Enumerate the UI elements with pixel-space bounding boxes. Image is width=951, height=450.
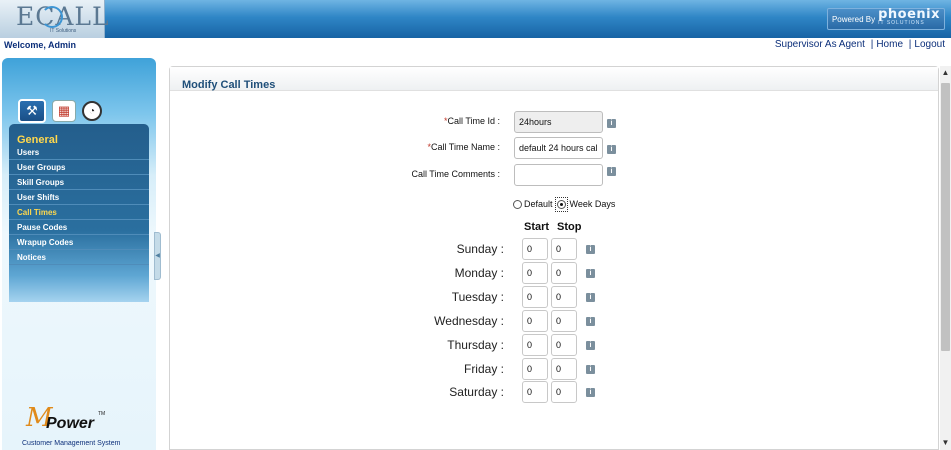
info-icon[interactable]: i <box>586 365 595 374</box>
call-time-name-field[interactable] <box>514 137 603 159</box>
day-label: Tuesday : <box>451 290 504 304</box>
welcome-strip: Welcome, Admin Supervisor As Agent | Home… <box>0 38 951 52</box>
info-icon[interactable]: i <box>586 341 595 350</box>
powered-by-badge: Powered By phoenix IT SOLUTIONS <box>826 7 945 30</box>
info-icon[interactable]: i <box>586 293 595 302</box>
day-label: Thursday : <box>447 338 504 352</box>
wednesday-start-input[interactable] <box>522 310 548 332</box>
radio-weekdays-focus <box>554 196 568 212</box>
powered-by-label: Powered By <box>831 14 876 24</box>
sidebar-item-skill-groups[interactable]: Skill Groups <box>9 175 149 190</box>
sidebar: ⚒ ▦ ◔ General Users User Groups Skill Gr… <box>2 58 156 450</box>
radio-default-label: Default <box>524 199 553 209</box>
mpower-word: Power <box>46 415 95 432</box>
day-label: Friday : <box>463 362 504 376</box>
info-icon[interactable]: i <box>586 317 595 326</box>
top-header: ECALL IT Solutions Powered By phoenix IT… <box>0 0 951 38</box>
stop-column-header: Stop <box>557 221 582 233</box>
card-header: Modify Call Times <box>170 67 938 91</box>
call-time-comments-label: Call Time Comments : <box>411 169 500 179</box>
info-icon[interactable]: i <box>586 245 595 254</box>
sidebar-item-notices[interactable]: Notices <box>9 250 149 265</box>
trademark-mark: TM <box>98 411 106 417</box>
ecall-logo: ECALL IT Solutions <box>0 0 109 38</box>
sidebar-item-call-times[interactable]: Call Times <box>9 205 149 220</box>
page-title: Modify Call Times <box>182 79 276 91</box>
call-time-comments-field[interactable] <box>514 164 603 186</box>
call-time-id-row: *Call Time Id : <box>345 111 500 133</box>
day-label: Sunday : <box>456 242 504 256</box>
home-link[interactable]: Home <box>876 39 903 50</box>
phoenix-logo: phoenix IT SOLUTIONS <box>878 7 940 27</box>
sidebar-collapse-handle[interactable]: ◀ <box>154 232 161 280</box>
logo-swirl-icon <box>41 6 63 28</box>
radio-default[interactable] <box>513 199 522 209</box>
call-time-id-label: *Call Time Id : <box>443 116 500 126</box>
day-row-saturday: Saturday : i <box>380 381 600 403</box>
info-icon[interactable]: i <box>607 119 616 128</box>
scroll-up-arrow-icon[interactable]: ▲ <box>940 66 951 80</box>
day-row-monday: Monday : i <box>380 262 600 284</box>
sidebar-item-users[interactable]: Users <box>9 145 149 160</box>
wednesday-stop-input[interactable] <box>551 310 577 332</box>
radio-week-days[interactable] <box>556 199 566 209</box>
monday-stop-input[interactable] <box>551 262 577 284</box>
call-time-name-label: *Call Time Name : <box>427 142 500 152</box>
thursday-start-input[interactable] <box>522 334 548 356</box>
scrollbar-thumb[interactable] <box>941 83 950 351</box>
day-label: Monday : <box>454 266 504 280</box>
calendar-grid-icon[interactable]: ▦ <box>52 100 76 122</box>
nav-list: Users User Groups Skill Groups User Shif… <box>9 145 149 265</box>
supervisor-as-agent-link[interactable]: Supervisor As Agent <box>775 39 865 50</box>
thursday-stop-input[interactable] <box>551 334 577 356</box>
info-icon[interactable]: i <box>607 145 616 154</box>
welcome-text: Welcome, Admin <box>4 40 77 50</box>
start-column-header: Start <box>524 221 550 233</box>
sidebar-item-user-groups[interactable]: User Groups <box>9 160 149 175</box>
mode-radio-group: Default Week Days <box>513 196 616 212</box>
logo-tagline: IT Solutions <box>50 28 77 34</box>
tuesday-start-input[interactable] <box>522 286 548 308</box>
mpower-logo: M Power TM Customer Management System <box>12 403 147 448</box>
day-label: Wednesday : <box>434 314 504 328</box>
tools-icon[interactable]: ⚒ <box>18 99 46 123</box>
top-links: Supervisor As Agent | Home | Logout <box>775 39 945 50</box>
day-row-thursday: Thursday : i <box>380 334 600 356</box>
sidebar-icon-bar: ⚒ ▦ ◔ <box>18 99 102 123</box>
sidebar-item-user-shifts[interactable]: User Shifts <box>9 190 149 205</box>
phoenix-name: phoenix <box>878 7 940 22</box>
day-label: Saturday : <box>449 385 504 399</box>
sidebar-item-pause-codes[interactable]: Pause Codes <box>9 220 149 235</box>
gauge-icon[interactable]: ◔ <box>82 101 102 121</box>
day-row-sunday: Sunday : i <box>380 238 600 260</box>
logout-link[interactable]: Logout <box>914 39 945 50</box>
friday-stop-input[interactable] <box>551 358 577 380</box>
info-icon[interactable]: i <box>586 388 595 397</box>
friday-start-input[interactable] <box>522 358 548 380</box>
link-separator: | <box>870 39 874 50</box>
info-icon[interactable]: i <box>607 167 616 176</box>
info-icon[interactable]: i <box>586 269 595 278</box>
day-row-tuesday: Tuesday : i <box>380 286 600 308</box>
day-row-friday: Friday : i <box>380 358 600 380</box>
day-row-wednesday: Wednesday : i <box>380 310 600 332</box>
vertical-scrollbar[interactable]: ▲ ▼ <box>940 66 951 450</box>
call-time-comments-row: Call Time Comments : <box>345 164 500 186</box>
link-separator: | <box>908 39 912 50</box>
nav-panel: General Users User Groups Skill Groups U… <box>9 124 149 302</box>
scroll-down-arrow-icon[interactable]: ▼ <box>940 436 951 450</box>
monday-start-input[interactable] <box>522 262 548 284</box>
call-time-name-row: *Call Time Name : <box>345 137 500 159</box>
saturday-stop-input[interactable] <box>551 381 577 403</box>
sidebar-item-wrapup-codes[interactable]: Wrapup Codes <box>9 235 149 250</box>
mpower-tagline: Customer Management System <box>22 440 121 447</box>
radio-week-days-label: Week Days <box>569 199 616 209</box>
call-time-id-field[interactable] <box>514 111 603 133</box>
saturday-start-input[interactable] <box>522 381 548 403</box>
sunday-stop-input[interactable] <box>551 238 577 260</box>
tuesday-stop-input[interactable] <box>551 286 577 308</box>
sunday-start-input[interactable] <box>522 238 548 260</box>
phoenix-subtitle: IT SOLUTIONS <box>878 20 925 26</box>
